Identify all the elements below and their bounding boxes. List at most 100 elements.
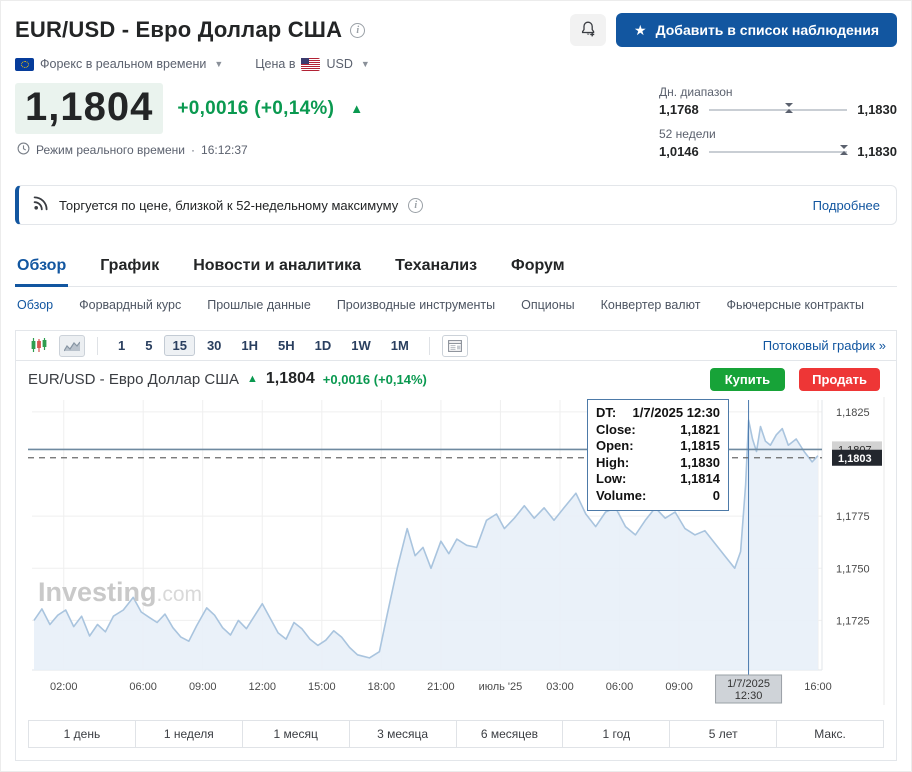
main-tab-4[interactable]: Форум <box>509 249 567 286</box>
page: EUR/USD - Евро Доллар США i ★ Добавить в… <box>0 0 912 772</box>
info-icon[interactable]: i <box>408 198 423 213</box>
signal-icon <box>33 195 49 216</box>
chart-body: EUR/USD - Евро Доллар США ▲ 1,1804 +0,00… <box>16 361 896 710</box>
svg-text:03:00: 03:00 <box>546 681 574 693</box>
interval-1H[interactable]: 1H <box>233 335 266 356</box>
day-range-high: 1,1830 <box>857 102 897 117</box>
streaming-chart-link[interactable]: Потоковый график » <box>763 338 886 353</box>
tooltip-row: Close:1,1821 <box>596 422 720 439</box>
dot-sep: · <box>191 143 195 157</box>
svg-text:09:00: 09:00 <box>665 681 693 693</box>
sell-button[interactable]: Продать <box>799 368 880 391</box>
up-arrow-icon: ▲ <box>247 373 258 385</box>
price-change: +0,0016 (+0,14%) <box>177 98 334 120</box>
events-calendar-icon[interactable] <box>442 335 468 357</box>
svg-text:02:00: 02:00 <box>50 681 78 693</box>
sub-tab-6[interactable]: Фьючерсные контракты <box>726 298 864 312</box>
alert-bell-button[interactable] <box>570 14 606 46</box>
candlestick-chart-icon[interactable] <box>26 335 52 357</box>
svg-text:21:00: 21:00 <box>427 681 455 693</box>
sub-tabs: Обзор Форвардный курс Прошлые данные Произв… <box>15 287 897 324</box>
range-button-1[interactable]: 1 неделя <box>136 721 243 747</box>
svg-text:06:00: 06:00 <box>606 681 634 693</box>
interval-5H[interactable]: 5H <box>270 335 303 356</box>
price-chart-plot[interactable]: 1/7/202512:301,18251,17751,17501,17251,1… <box>16 397 898 705</box>
day-range-low: 1,1768 <box>659 102 699 117</box>
day-range-label: Дн. диапазон <box>659 85 897 99</box>
divider <box>97 337 98 355</box>
last-price: 1,1804 <box>15 83 163 134</box>
week52-track <box>709 151 847 153</box>
price-in-label: Цена в <box>255 57 295 71</box>
svg-text:1,1825: 1,1825 <box>836 407 870 419</box>
chevron-down-icon[interactable]: ▼ <box>361 59 370 69</box>
chevron-down-icon[interactable]: ▼ <box>214 59 223 69</box>
chart-last-price: 1,1804 <box>266 370 315 388</box>
interval-1D[interactable]: 1D <box>307 335 340 356</box>
quote-section: 1,1804 +0,0016 (+0,14%) ▲ Режим реальног… <box>15 83 897 169</box>
main-tab-2[interactable]: Новости и аналитика <box>191 249 363 286</box>
area-chart-icon[interactable] <box>59 335 85 357</box>
sub-tab-4[interactable]: Опционы <box>521 298 574 312</box>
week52-low: 1,0146 <box>659 144 699 159</box>
day-range-row: 1,1768 1,1830 <box>659 102 897 117</box>
range-button-2[interactable]: 1 месяц <box>243 721 350 747</box>
range-button-0[interactable]: 1 день <box>29 721 136 747</box>
svg-text:12:30: 12:30 <box>735 690 763 702</box>
divider <box>429 337 430 355</box>
tooltip-row: Open:1,1815 <box>596 438 720 455</box>
range-button-6[interactable]: 5 лет <box>670 721 777 747</box>
interval-1M[interactable]: 1M <box>383 335 417 356</box>
interval-group: 1515301H5H1D1W1M <box>110 335 417 356</box>
svg-text:1,1803: 1,1803 <box>838 453 872 465</box>
page-title: EUR/USD - Евро Доллар США <box>15 17 342 43</box>
tooltip-row: Low:1,1814 <box>596 471 720 488</box>
interval-15[interactable]: 15 <box>164 335 194 356</box>
sub-tab-0[interactable]: Обзор <box>17 298 53 312</box>
main-tab-0[interactable]: Обзор <box>15 249 68 286</box>
market-type-label[interactable]: Форекс в реальном времени <box>40 57 206 71</box>
svg-text:1,1725: 1,1725 <box>836 615 870 627</box>
chart-toolbar: 1515301H5H1D1W1M Потоковый график » <box>16 331 896 361</box>
svg-text:18:00: 18:00 <box>368 681 396 693</box>
chart-widget: 1515301H5H1D1W1M Потоковый график » EUR/… <box>15 330 897 761</box>
main-tab-3[interactable]: Теханализ <box>393 249 479 286</box>
tooltip-row: Volume:0 <box>596 488 720 505</box>
info-icon[interactable]: i <box>350 23 365 38</box>
bell-plus-icon <box>580 20 597 40</box>
tooltip-row: DT:1/7/2025 12:30 <box>596 405 720 422</box>
add-watchlist-button[interactable]: ★ Добавить в список наблюдения <box>616 13 897 47</box>
instrument-meta-row: Форекс в реальном времени ▼ Цена в USD ▼ <box>15 57 897 71</box>
currency-code[interactable]: USD <box>326 57 352 71</box>
interval-1[interactable]: 1 <box>110 335 133 356</box>
interval-30[interactable]: 30 <box>199 335 229 356</box>
us-flag-icon <box>301 58 320 71</box>
main-tab-1[interactable]: График <box>98 249 161 286</box>
range-button-7[interactable]: Макс. <box>777 721 883 747</box>
alert-text: Торгуется по цене, близкой к 52-недельно… <box>59 198 398 213</box>
svg-text:июль '25: июль '25 <box>479 681 523 693</box>
main-tabs: Обзор График Новости и аналитика Теханализ Ф… <box>15 249 897 287</box>
sub-tab-3[interactable]: Производные инструменты <box>337 298 495 312</box>
details-link[interactable]: Подробнее <box>813 198 880 213</box>
sub-tab-5[interactable]: Конвертер валют <box>601 298 701 312</box>
chart-instrument-title: EUR/USD - Евро Доллар США <box>28 371 239 388</box>
eu-flag-icon <box>15 58 34 71</box>
day-range-track <box>709 109 847 111</box>
svg-text:15:00: 15:00 <box>308 681 336 693</box>
interval-1W[interactable]: 1W <box>343 335 379 356</box>
buy-button[interactable]: Купить <box>710 368 785 391</box>
header: EUR/USD - Евро Доллар США i ★ Добавить в… <box>15 13 897 47</box>
clock-icon <box>17 142 30 158</box>
range-button-3[interactable]: 3 месяца <box>350 721 457 747</box>
svg-text:12:00: 12:00 <box>248 681 276 693</box>
quote-left: 1,1804 +0,0016 (+0,14%) ▲ Режим реальног… <box>15 83 659 169</box>
chart-title-row: EUR/USD - Евро Доллар США ▲ 1,1804 +0,00… <box>16 361 896 397</box>
svg-text:09:00: 09:00 <box>189 681 217 693</box>
sub-tab-1[interactable]: Форвардный курс <box>79 298 181 312</box>
interval-5[interactable]: 5 <box>137 335 160 356</box>
sub-tab-2[interactable]: Прошлые данные <box>207 298 311 312</box>
range-button-5[interactable]: 1 год <box>563 721 670 747</box>
range-button-4[interactable]: 6 месяцев <box>457 721 564 747</box>
up-arrow-icon: ▲ <box>350 101 363 116</box>
